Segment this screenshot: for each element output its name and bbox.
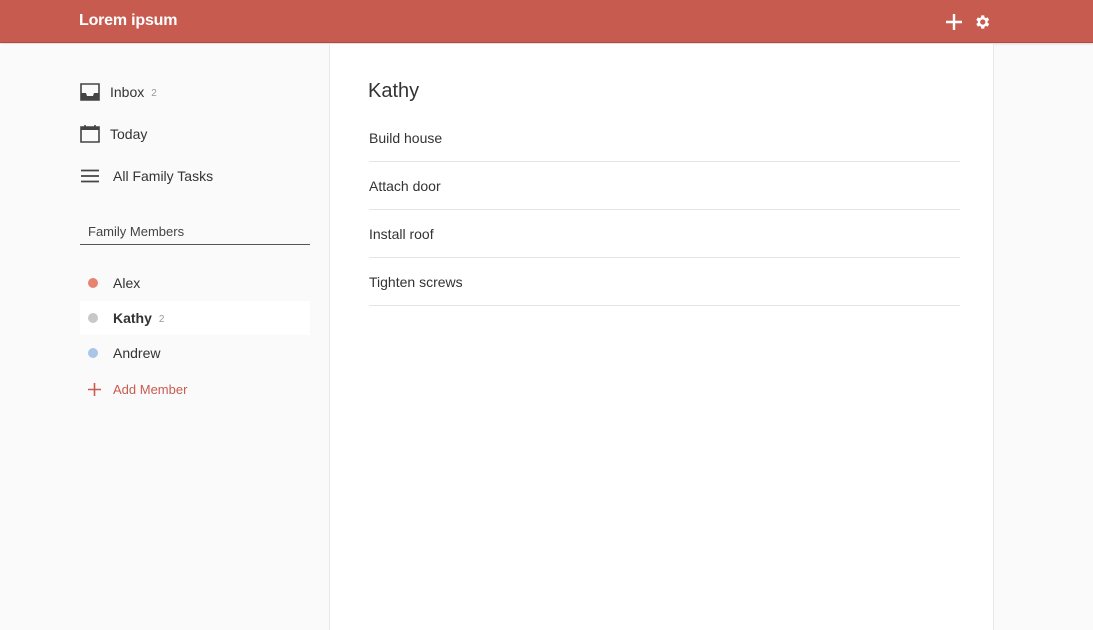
top-bar: Lorem ipsum <box>0 0 1093 43</box>
add-task-button[interactable] <box>944 12 964 32</box>
sidebar-item-all-family-tasks[interactable]: All Family Tasks <box>80 161 310 191</box>
calendar-icon <box>80 124 100 144</box>
main-panel: Kathy Build house Attach door Install ro… <box>330 44 994 630</box>
task-list: Build house Attach door Install roof Tig… <box>369 114 960 306</box>
sidebar: Inbox 2 Today All Family Tasks Family Me… <box>0 44 330 630</box>
page-title: Kathy <box>368 80 420 102</box>
member-color-dot <box>88 348 98 358</box>
sidebar-item-label: Inbox <box>110 84 145 100</box>
list-icon <box>80 166 100 186</box>
member-item-kathy[interactable]: Kathy 2 <box>80 301 310 335</box>
inbox-count: 2 <box>151 88 157 99</box>
member-count: 2 <box>158 314 165 325</box>
member-color-dot <box>88 313 98 323</box>
sidebar-item-label: Today <box>110 126 148 142</box>
task-item[interactable]: Install roof <box>369 210 960 258</box>
member-name: Kathy <box>113 310 152 326</box>
add-member-button[interactable]: Add Member <box>80 377 310 401</box>
task-item[interactable]: Tighten screws <box>369 258 960 306</box>
inbox-icon <box>80 82 100 102</box>
task-item[interactable]: Build house <box>369 114 960 162</box>
plus-icon <box>946 14 962 30</box>
family-members-heading: Family Members <box>80 224 310 245</box>
settings-button[interactable] <box>972 12 992 32</box>
sidebar-item-label: All Family Tasks <box>113 168 214 184</box>
sidebar-item-inbox[interactable]: Inbox 2 <box>80 77 310 107</box>
sidebar-item-today[interactable]: Today <box>80 119 310 149</box>
member-color-dot <box>88 278 98 288</box>
gear-icon <box>976 15 990 29</box>
member-item-andrew[interactable]: Andrew <box>80 336 310 370</box>
app-title: Lorem ipsum <box>79 12 178 29</box>
task-item[interactable]: Attach door <box>369 162 960 210</box>
member-name: Andrew <box>113 345 161 361</box>
add-member-label: Add Member <box>113 381 188 397</box>
plus-icon <box>87 382 101 396</box>
member-item-alex[interactable]: Alex <box>80 266 310 300</box>
member-name: Alex <box>113 275 141 291</box>
